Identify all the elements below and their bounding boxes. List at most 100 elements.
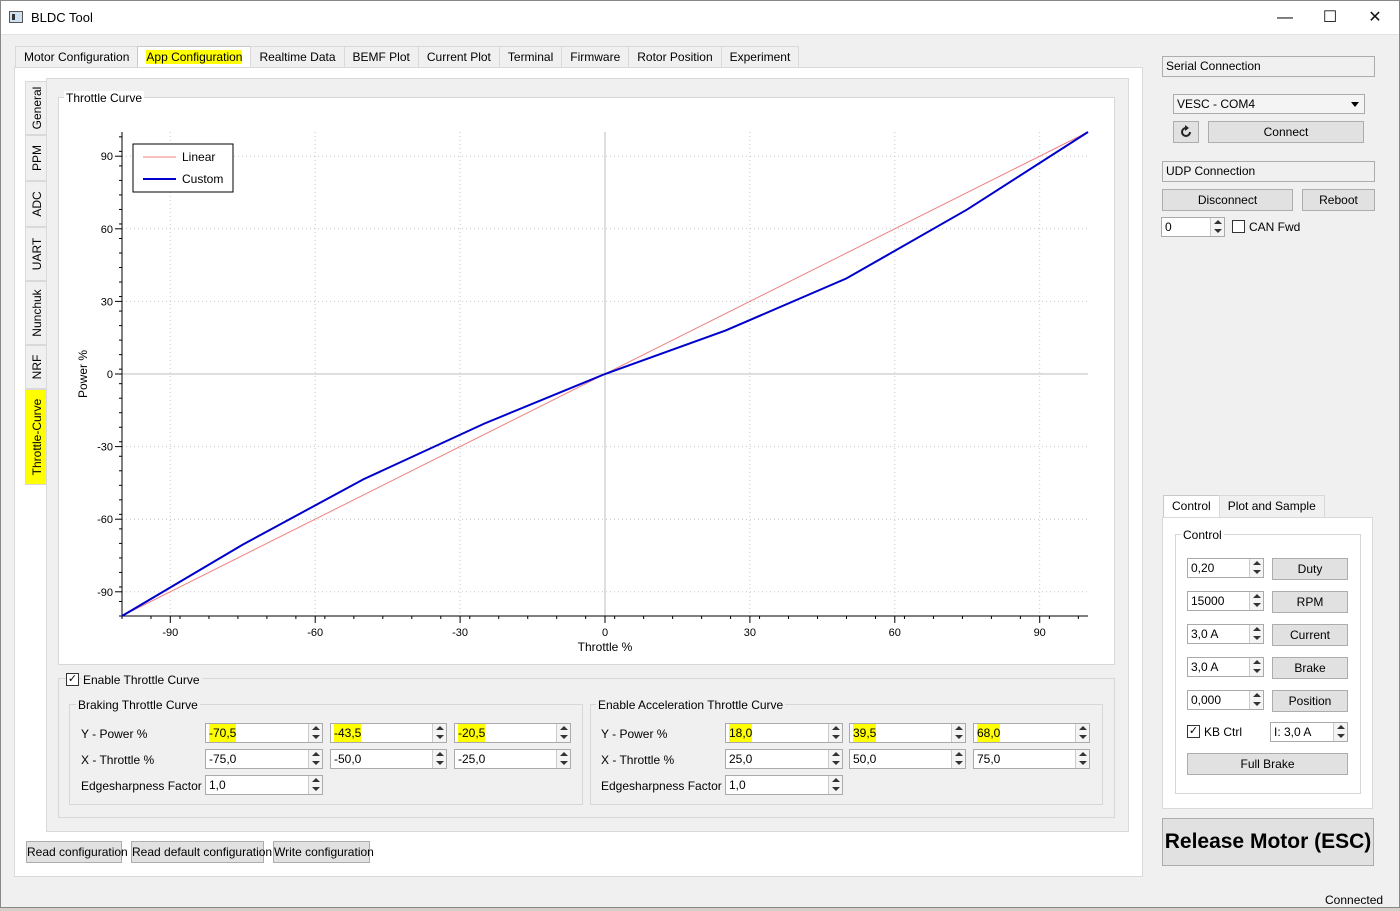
spin-arrows-icon[interactable] xyxy=(1249,559,1263,577)
x-tick-label: -60 xyxy=(307,627,323,639)
braking-y2-input[interactable]: -43,5 xyxy=(330,723,447,743)
side-tab-uart[interactable]: UART xyxy=(25,227,47,281)
braking-y3-input[interactable]: -20,5 xyxy=(454,723,571,743)
spin-arrows-icon[interactable] xyxy=(308,750,322,768)
side-tab-adc[interactable]: ADC xyxy=(25,181,47,227)
spin-arrows-icon[interactable] xyxy=(1249,592,1263,610)
tab-realtime-data[interactable]: Realtime Data xyxy=(250,46,345,68)
duty-button[interactable]: Duty xyxy=(1272,558,1348,580)
accel-edge-label: Edgesharpness Factor xyxy=(601,779,722,793)
x-tick-label: 60 xyxy=(889,627,901,639)
braking-x3-input[interactable]: -25,0 xyxy=(454,749,571,769)
rpm-button[interactable]: RPM xyxy=(1272,591,1348,613)
connect-button[interactable]: Connect xyxy=(1208,121,1364,143)
accel-x2-input[interactable]: 50,0 xyxy=(849,749,966,769)
brake-button[interactable]: Brake xyxy=(1272,657,1348,679)
serial-port-select[interactable]: VESC - COM4 xyxy=(1173,94,1365,114)
reboot-button[interactable]: Reboot xyxy=(1302,189,1375,211)
y-tick-label: 0 xyxy=(107,369,113,381)
read-configuration-button[interactable]: Read configuration xyxy=(26,841,128,863)
position-input[interactable]: 0,000 xyxy=(1187,690,1264,710)
position-button[interactable]: Position xyxy=(1272,690,1348,712)
spin-arrows-icon[interactable] xyxy=(432,750,446,768)
spin-arrows-icon[interactable] xyxy=(556,750,570,768)
rpm-input[interactable]: 15000 xyxy=(1187,591,1264,611)
accel-x3-input[interactable]: 75,0 xyxy=(973,749,1090,769)
tab-plot-and-sample[interactable]: Plot and Sample xyxy=(1218,495,1325,518)
spin-arrows-icon[interactable] xyxy=(308,776,322,794)
kb-current-input[interactable]: I: 3,0 A xyxy=(1270,722,1348,742)
accel-y2-input[interactable]: 39,5 xyxy=(849,723,966,743)
braking-x2-input[interactable]: -50,0 xyxy=(330,749,447,769)
spin-arrows-icon[interactable] xyxy=(308,724,322,742)
spin-arrows-icon[interactable] xyxy=(1249,691,1263,709)
tab-terminal[interactable]: Terminal xyxy=(498,46,563,68)
braking-x-label: X - Throttle % xyxy=(81,753,155,767)
spin-arrows-icon[interactable] xyxy=(1075,750,1089,768)
refresh-icon[interactable] xyxy=(1173,121,1199,143)
spin-arrows-icon[interactable] xyxy=(951,724,965,742)
tab-current-plot[interactable]: Current Plot xyxy=(417,46,500,68)
disconnect-button[interactable]: Disconnect xyxy=(1162,189,1293,211)
spin-arrows-icon[interactable] xyxy=(1210,218,1224,236)
close-icon[interactable]: ✕ xyxy=(1352,1,1398,34)
braking-edge-label: Edgesharpness Factor xyxy=(81,779,202,793)
kb-ctrl-label: KB Ctrl xyxy=(1204,725,1243,739)
control-tabbar: Control Plot and Sample xyxy=(1163,495,1325,518)
side-tab-nrf[interactable]: NRF xyxy=(25,345,47,389)
brake-input[interactable]: 3,0 A xyxy=(1187,657,1264,677)
accel-x1-input[interactable]: 25,0 xyxy=(725,749,843,769)
tab-experiment[interactable]: Experiment xyxy=(720,46,800,68)
x-tick-label: -90 xyxy=(162,627,178,639)
maximize-icon[interactable]: ☐ xyxy=(1307,1,1353,34)
tab-bemf-plot[interactable]: BEMF Plot xyxy=(343,46,419,68)
current-button[interactable]: Current xyxy=(1272,624,1348,646)
spin-arrows-icon[interactable] xyxy=(1249,658,1263,676)
app-window: BLDC Tool — ☐ ✕ Motor Configuration App … xyxy=(0,0,1400,908)
spin-arrows-icon[interactable] xyxy=(828,750,842,768)
side-tab-ppm[interactable]: PPM xyxy=(25,135,47,181)
plot-group-title: Throttle Curve xyxy=(64,91,145,105)
spin-arrows-icon[interactable] xyxy=(432,724,446,742)
braking-x1-input[interactable]: -75,0 xyxy=(205,749,323,769)
dropdown-arrow-icon xyxy=(1351,102,1359,107)
can-fwd-checkbox[interactable] xyxy=(1232,220,1245,233)
tab-motor-configuration[interactable]: Motor Configuration xyxy=(15,46,139,68)
tab-firmware[interactable]: Firmware xyxy=(561,46,630,68)
spin-arrows-icon[interactable] xyxy=(1333,723,1347,741)
can-fwd-label: CAN Fwd xyxy=(1249,220,1301,234)
duty-input[interactable]: 0,20 xyxy=(1187,558,1264,578)
spin-arrows-icon[interactable] xyxy=(951,750,965,768)
spin-arrows-icon[interactable] xyxy=(828,776,842,794)
braking-edge-input[interactable]: 1,0 xyxy=(205,775,323,795)
release-motor-button[interactable]: Release Motor (ESC) xyxy=(1162,818,1374,866)
side-tab-general[interactable]: General xyxy=(25,81,47,135)
tab-app-configuration[interactable]: App Configuration xyxy=(137,46,252,68)
spin-arrows-icon[interactable] xyxy=(828,724,842,742)
side-tab-throttle-curve[interactable]: Throttle-Curve xyxy=(25,389,47,485)
kb-ctrl-checkbox[interactable]: ✓ xyxy=(1187,725,1200,738)
tab-control[interactable]: Control xyxy=(1163,495,1220,518)
read-default-configuration-button[interactable]: Read default configuration xyxy=(131,841,272,863)
write-configuration-button[interactable]: Write configuration xyxy=(273,841,374,863)
tab-rotor-position[interactable]: Rotor Position xyxy=(628,46,722,68)
side-tab-nunchuk[interactable]: Nunchuk xyxy=(25,281,47,345)
accel-edge-input[interactable]: 1,0 xyxy=(725,775,843,795)
spin-arrows-icon[interactable] xyxy=(556,724,570,742)
minimize-icon[interactable]: — xyxy=(1262,1,1308,34)
accel-y1-input[interactable]: 18,0 xyxy=(725,723,843,743)
can-id-input[interactable]: 0 xyxy=(1161,217,1225,237)
current-input[interactable]: 3,0 A xyxy=(1187,624,1264,644)
braking-y1-input[interactable]: -70,5 xyxy=(205,723,323,743)
app-icon xyxy=(9,11,23,23)
spin-arrows-icon[interactable] xyxy=(1249,625,1263,643)
accel-y3-input[interactable]: 68,0 xyxy=(973,723,1090,743)
spin-arrows-icon[interactable] xyxy=(1075,724,1089,742)
full-brake-button[interactable]: Full Brake xyxy=(1187,753,1348,775)
x-tick-label: 0 xyxy=(602,627,608,639)
x-tick-label: -30 xyxy=(452,627,468,639)
enable-throttle-curve-checkbox[interactable]: ✓ xyxy=(66,673,79,686)
braking-y-label: Y - Power % xyxy=(81,727,148,741)
y-tick-label: -60 xyxy=(97,514,113,526)
main-tabbar: Motor Configuration App Configuration Re… xyxy=(15,46,800,68)
